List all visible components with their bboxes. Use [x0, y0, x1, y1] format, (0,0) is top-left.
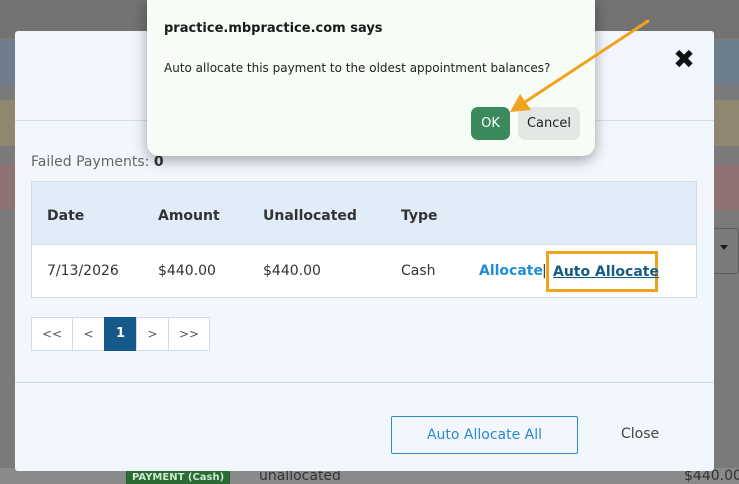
- background-payment-badge: PAYMENT (Cash): [126, 470, 231, 484]
- dialog-title: practice.mbpractice.com says: [164, 21, 383, 36]
- cell-type: Cash: [401, 263, 436, 279]
- ok-button[interactable]: OK: [471, 107, 510, 140]
- auto-allocate-link[interactable]: Auto Allocate: [546, 251, 659, 292]
- table-header: Date Amount Unallocated Type: [32, 182, 696, 245]
- chevron-down-icon: [720, 245, 728, 250]
- payments-table: Date Amount Unallocated Type 7/13/2026 $…: [31, 181, 697, 298]
- pager-page-1[interactable]: 1: [104, 317, 137, 351]
- modal-footer-divider: [15, 382, 714, 383]
- column-header-type: Type: [401, 208, 438, 224]
- cell-unallocated: $440.00: [263, 263, 321, 279]
- dialog-message: Auto allocate this payment to the oldest…: [164, 61, 551, 75]
- failed-payments-label: Failed Payments:: [31, 154, 150, 170]
- auto-allocate-all-button[interactable]: Auto Allocate All: [391, 416, 578, 454]
- failed-payments-line: Failed Payments: 0: [31, 154, 164, 170]
- cell-date: 7/13/2026: [47, 263, 119, 279]
- cancel-button[interactable]: Cancel: [518, 107, 580, 140]
- column-header-date: Date: [47, 208, 85, 224]
- cell-amount: $440.00: [158, 263, 216, 279]
- allocate-link[interactable]: Allocate: [479, 263, 543, 279]
- pager-prev[interactable]: <: [72, 317, 105, 351]
- pager-last[interactable]: >>: [168, 317, 210, 351]
- confirm-dialog: practice.mbpractice.com says Auto alloca…: [147, 0, 595, 156]
- close-button[interactable]: Close: [621, 426, 659, 442]
- background-select: [712, 228, 739, 274]
- pagination: << < 1 > >>: [31, 317, 210, 351]
- close-icon[interactable]: ✖: [671, 47, 697, 73]
- column-header-amount: Amount: [158, 208, 220, 224]
- pager-first[interactable]: <<: [31, 317, 73, 351]
- failed-payments-count: 0: [153, 154, 164, 170]
- pager-next[interactable]: >: [136, 317, 169, 351]
- column-header-unallocated: Unallocated: [263, 208, 357, 224]
